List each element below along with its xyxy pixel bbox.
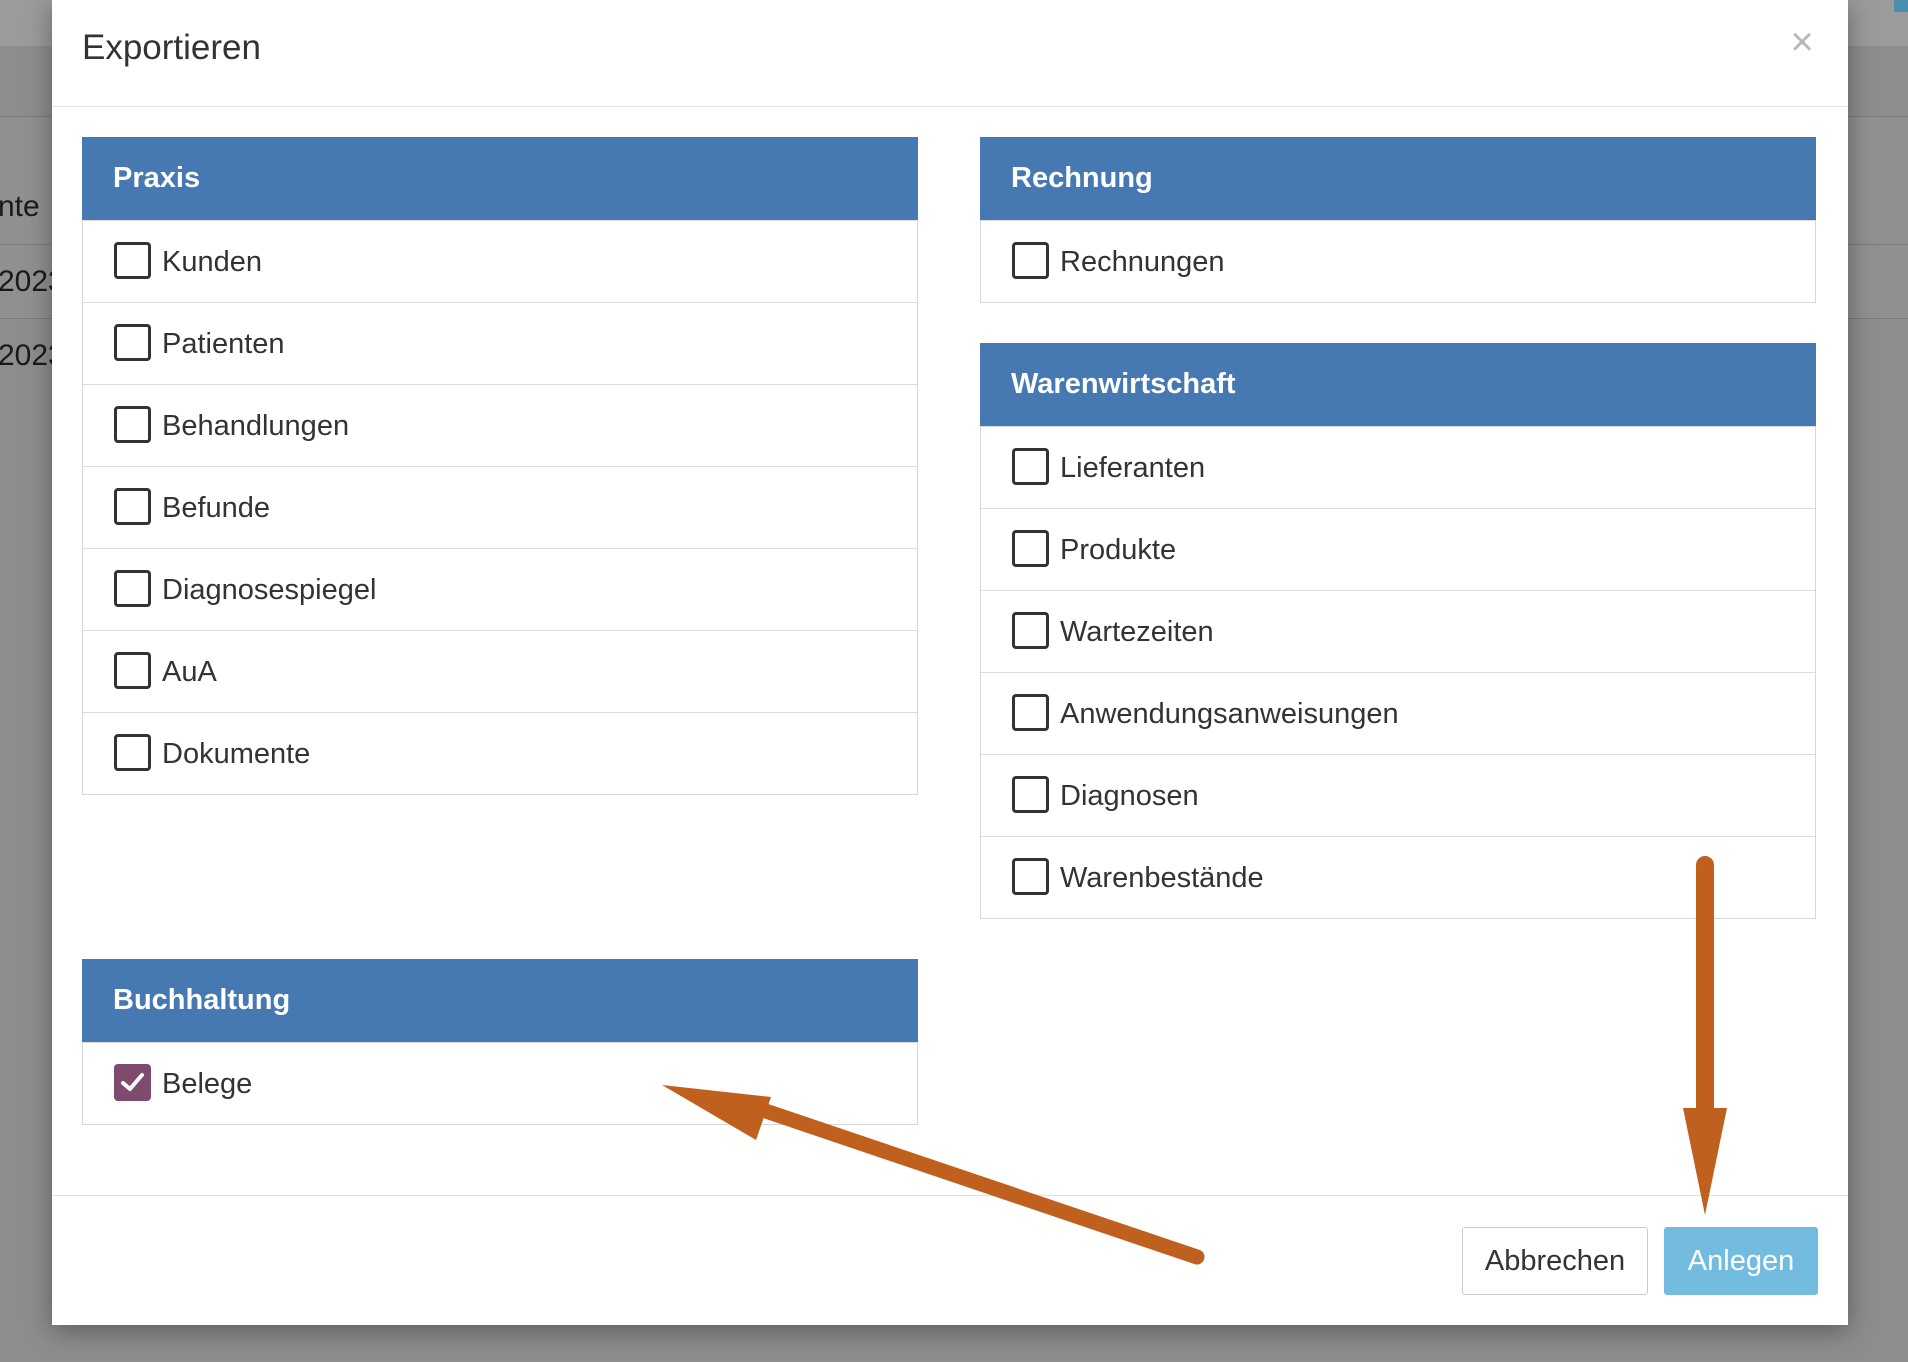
list-item: Wartezeiten (981, 590, 1815, 672)
checkbox-label[interactable]: Kunden (162, 221, 262, 303)
panel-buchhaltung: Buchhaltung Belege (82, 959, 918, 1125)
list-item: Produkte (981, 508, 1815, 590)
checkbox-label[interactable]: Dokumente (162, 713, 310, 795)
checkbox-label[interactable]: Wartezeiten (1060, 591, 1214, 673)
modal-title: Exportieren (82, 28, 261, 67)
checkbox-lieferanten[interactable] (1012, 448, 1049, 485)
list-item: Kunden (83, 220, 917, 302)
checkbox-dokumente[interactable] (114, 734, 151, 771)
list-item: Befunde (83, 466, 917, 548)
checkbox-rechnungen[interactable] (1012, 242, 1049, 279)
checkbox-diagnosen[interactable] (1012, 776, 1049, 813)
checkbox-befunde[interactable] (114, 488, 151, 525)
checkbox-label[interactable]: Patienten (162, 303, 285, 385)
checkbox-anwendungsanweisungen[interactable] (1012, 694, 1049, 731)
checkmark-icon (121, 1073, 144, 1091)
list-item: Diagnosespiegel (83, 548, 917, 630)
list-item: Lieferanten (981, 426, 1815, 508)
cancel-button[interactable]: Abbrechen (1462, 1227, 1648, 1295)
checkbox-belege[interactable] (114, 1064, 151, 1101)
checkbox-label[interactable]: Rechnungen (1060, 221, 1224, 303)
checkbox-behandlungen[interactable] (114, 406, 151, 443)
checkbox-aua[interactable] (114, 652, 151, 689)
checkbox-label[interactable]: Warenbestände (1060, 837, 1264, 919)
list-item: Behandlungen (83, 384, 917, 466)
list-item: Rechnungen (981, 220, 1815, 302)
list-item: Belege (83, 1042, 917, 1124)
checkbox-label[interactable]: AuA (162, 631, 217, 713)
checkbox-diagnosespiegel[interactable] (114, 570, 151, 607)
list-item: Patienten (83, 302, 917, 384)
checkbox-warenbestaende[interactable] (1012, 858, 1049, 895)
panel-praxis: Praxis Kunden Patienten Behandlungen Bef… (82, 137, 918, 795)
checkbox-label[interactable]: Diagnosespiegel (162, 549, 376, 631)
checkbox-label[interactable]: Produkte (1060, 509, 1176, 591)
checkbox-label[interactable]: Behandlungen (162, 385, 349, 467)
background-column-header: nte (0, 190, 40, 223)
checkbox-label[interactable]: Anwendungsanweisungen (1060, 673, 1399, 755)
list-item: Diagnosen (981, 754, 1815, 836)
checkbox-patienten[interactable] (114, 324, 151, 361)
checkbox-label[interactable]: Befunde (162, 467, 270, 549)
list-item: AuA (83, 630, 917, 712)
list-item: Dokumente (83, 712, 917, 794)
close-icon[interactable]: × (1784, 22, 1820, 62)
checkbox-wartezeiten[interactable] (1012, 612, 1049, 649)
panel-title: Warenwirtschaft (980, 343, 1816, 426)
checkbox-label[interactable]: Belege (162, 1043, 252, 1125)
export-modal: Exportieren × Praxis Kunden Patienten Be… (52, 0, 1848, 1325)
panel-title: Rechnung (980, 137, 1816, 220)
panel-title: Buchhaltung (82, 959, 918, 1042)
panel-rechnung: Rechnung Rechnungen (980, 137, 1816, 303)
modal-footer: Abbrechen Anlegen (52, 1195, 1848, 1326)
background-topbar-accent (1894, 0, 1908, 12)
checkbox-label[interactable]: Lieferanten (1060, 427, 1205, 509)
create-button[interactable]: Anlegen (1664, 1227, 1818, 1295)
panel-title: Praxis (82, 137, 918, 220)
checkbox-produkte[interactable] (1012, 530, 1049, 567)
checkbox-kunden[interactable] (114, 242, 151, 279)
checkbox-label[interactable]: Diagnosen (1060, 755, 1199, 837)
modal-header: Exportieren × (52, 0, 1848, 107)
list-item: Anwendungsanweisungen (981, 672, 1815, 754)
panel-warenwirtschaft: Warenwirtschaft Lieferanten Produkte War… (980, 343, 1816, 919)
list-item: Warenbestände (981, 836, 1815, 918)
